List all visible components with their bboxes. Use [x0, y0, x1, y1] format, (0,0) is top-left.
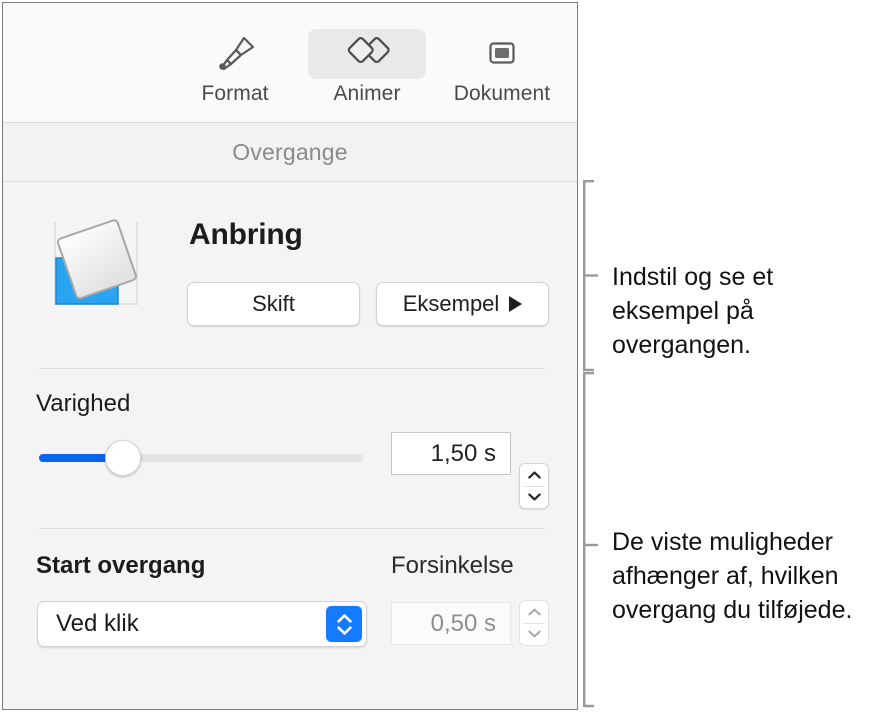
duration-slider-knob[interactable] — [105, 440, 141, 476]
chevron-up-icon — [527, 608, 541, 616]
callout-1-text: Indstil og se et eksempel på overgangen. — [612, 263, 774, 359]
divider-effect — [39, 368, 545, 369]
tab-dokument-iconbox — [443, 29, 561, 79]
tab-format-label: Format — [201, 82, 269, 105]
tab-format[interactable]: Format — [176, 29, 294, 106]
delay-value-text: 0,50 s — [430, 609, 496, 637]
chevron-down-icon — [527, 630, 541, 638]
tab-format-iconbox — [176, 29, 294, 79]
document-icon — [489, 42, 515, 64]
preview-transition-button[interactable]: Eksempel — [376, 282, 549, 326]
delay-stepper-up[interactable] — [520, 601, 548, 623]
tab-dokument-label: Dokument — [453, 82, 551, 105]
transition-name: Anbring — [189, 218, 303, 251]
transition-place-thumbnail[interactable] — [39, 206, 157, 310]
start-transition-value: Ved klik — [56, 610, 139, 637]
play-triangle-icon — [509, 296, 523, 312]
chevron-down-icon — [336, 625, 352, 635]
popup-updown-chevrons-icon[interactable] — [326, 606, 362, 642]
paintbrush-icon — [219, 36, 255, 71]
start-transition-popup[interactable]: Ved klik — [37, 601, 367, 647]
duration-slider[interactable] — [39, 438, 363, 480]
delay-stepper[interactable] — [519, 600, 549, 646]
delay-stepper-down[interactable] — [520, 624, 548, 646]
transitions-section-header: Overgange — [3, 123, 577, 182]
divider-duration — [39, 528, 545, 529]
duration-label: Varighed — [36, 390, 131, 417]
change-transition-button[interactable]: Skift — [187, 282, 360, 326]
inspector-toolbar: Format Animer Dokument — [3, 3, 577, 123]
duration-value-text: 1,50 s — [430, 439, 496, 467]
start-transition-section: Start overgang Forsinkelse Ved klik 0,50… — [3, 530, 577, 670]
start-transition-label: Start overgang — [36, 552, 206, 579]
duration-stepper-down[interactable] — [520, 487, 548, 509]
tab-dokument[interactable]: Dokument — [443, 29, 561, 106]
delay-value-input[interactable]: 0,50 s — [391, 602, 511, 645]
delay-label: Forsinkelse — [391, 552, 514, 579]
tab-animer-iconbox — [308, 29, 426, 79]
duration-stepper-up[interactable] — [520, 464, 548, 486]
transitions-inspector-panel: Format Animer Dokument Overgange Anbring… — [2, 2, 578, 710]
transition-effect-row: Anbring Skift Eksempel — [3, 182, 577, 370]
chevron-up-icon — [527, 471, 541, 479]
tab-animer-label: Animer — [333, 82, 401, 105]
chevron-up-icon — [336, 613, 352, 623]
callout-2-bracket — [583, 372, 598, 708]
tab-animer[interactable]: Animer — [308, 29, 426, 106]
animate-diamonds-icon — [347, 37, 390, 64]
chevron-down-icon — [527, 493, 541, 501]
callout-1-bracket — [583, 180, 598, 372]
change-transition-label: Skift — [252, 291, 295, 316]
transitions-section-title: Overgange — [232, 138, 348, 165]
preview-transition-label: Eksempel — [402, 291, 500, 316]
callout-2-text: De viste muligheder afhænger af, hvilken… — [612, 528, 853, 624]
duration-section: Varighed 1,50 s — [3, 370, 577, 530]
duration-value-input[interactable]: 1,50 s — [391, 432, 511, 475]
duration-stepper[interactable] — [519, 463, 549, 509]
